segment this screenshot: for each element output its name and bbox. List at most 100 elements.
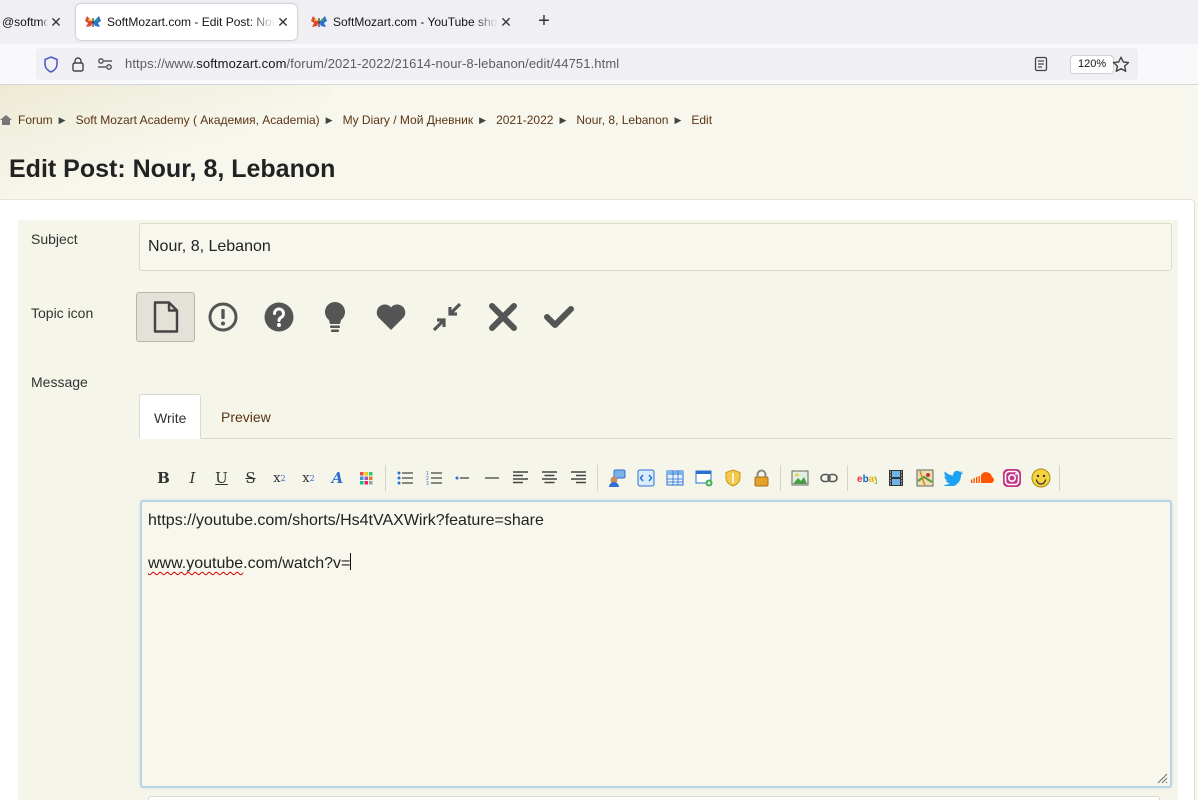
exclamation-circle-icon[interactable] [195, 292, 251, 342]
twitter-icon[interactable] [939, 465, 968, 491]
emoticons-icon[interactable] [1026, 465, 1055, 491]
breadcrumb-item-year[interactable]: 2021-2022 ▶ [496, 113, 576, 127]
checkmark-icon[interactable] [531, 292, 587, 342]
bulleted-list-icon[interactable] [390, 465, 419, 491]
superscript-icon[interactable]: x2 [294, 465, 323, 491]
zoom-level-button[interactable]: 120% [1070, 55, 1115, 74]
breadcrumb-item-edit: Edit [691, 113, 712, 127]
document-icon[interactable] [136, 292, 195, 342]
subject-input[interactable]: Nour, 8, Lebanon [139, 223, 1172, 271]
strikethrough-icon[interactable]: S [236, 465, 265, 491]
lightbulb-icon[interactable] [307, 292, 363, 342]
bold-icon[interactable]: B [149, 465, 178, 491]
breadcrumb-item-topic[interactable]: Nour, 8, Lebanon ▶ [576, 113, 691, 127]
spellcheck-underline: www.youtube [148, 555, 244, 572]
breadcrumb-item-academy[interactable]: Soft Mozart Academy ( Академия, Academia… [76, 113, 343, 127]
breadcrumb-label: Soft Mozart Academy ( Академия, Academia… [75, 113, 320, 127]
lock-icon[interactable] [69, 55, 87, 73]
toolbar-separator [1059, 465, 1060, 491]
toolbar-separator [780, 465, 781, 491]
chevron-right-icon: ▶ [559, 114, 567, 125]
soundcloud-icon[interactable] [968, 465, 997, 491]
close-icon[interactable]: ✕ [275, 14, 291, 30]
align-right-icon[interactable] [564, 465, 593, 491]
video-film-icon[interactable] [881, 465, 910, 491]
reader-view-icon[interactable] [1032, 55, 1050, 73]
close-icon[interactable]: ✕ [498, 14, 514, 30]
resize-grip-icon[interactable] [1156, 772, 1168, 784]
url-domain: softmozart.com [196, 56, 287, 71]
color-palette-icon[interactable] [352, 465, 381, 491]
url-bar[interactable]: https://www.softmozart.com/forum/2021-20… [36, 48, 1138, 80]
next-field-edge [148, 796, 1160, 800]
heart-icon[interactable] [363, 292, 419, 342]
forum-page: Forum ▶ Soft Mozart Academy ( Академия, A… [0, 85, 1198, 800]
topic-icon-picker [136, 292, 587, 342]
link-icon[interactable] [814, 465, 843, 491]
instagram-icon[interactable] [997, 465, 1026, 491]
question-circle-icon[interactable] [251, 292, 307, 342]
svg-text:ebay: ebay [857, 474, 877, 484]
chevron-right-icon: ▶ [58, 114, 66, 125]
breadcrumb: Forum ▶ Soft Mozart Academy ( Академия, A… [0, 113, 712, 127]
browser-tab-active[interactable]: SoftMozart.com - Edit Post: Nour, 8, Leb… [76, 4, 297, 40]
tracking-protection-shield-icon[interactable] [42, 55, 60, 73]
url-prefix: https://www. [125, 56, 197, 71]
breadcrumb-label: Forum [18, 113, 53, 127]
message-textarea[interactable]: https://youtube.com/shorts/Hs4tVAXWirk?f… [140, 500, 1172, 788]
message-line: www.youtube.com/watch?v= [148, 553, 1164, 575]
align-center-icon[interactable] [535, 465, 564, 491]
bookmark-star-icon[interactable] [1112, 55, 1130, 73]
subject-label: Subject [31, 231, 78, 247]
browser-tab[interactable]: @softmozart.com ✕ [0, 4, 70, 40]
x-icon[interactable] [475, 292, 531, 342]
breadcrumb-label: My Diary / Мой Дневник [342, 113, 474, 127]
align-left-icon[interactable] [506, 465, 535, 491]
ebay-icon[interactable]: ebay [852, 465, 881, 491]
permissions-icon[interactable] [96, 55, 114, 73]
compress-arrows-icon[interactable] [419, 292, 475, 342]
home-icon[interactable] [0, 114, 12, 126]
numbered-list-icon[interactable]: 123 [419, 465, 448, 491]
new-tab-plus-icon[interactable]: + [534, 11, 554, 32]
message-line: https://youtube.com/shorts/Hs4tVAXWirk?f… [148, 512, 544, 529]
page-title: Edit Post: Nour, 8, Lebanon [9, 155, 336, 183]
map-icon[interactable] [910, 465, 939, 491]
message-line-rest: .com/watch?v= [243, 555, 351, 572]
horizontal-rule-icon[interactable] [477, 465, 506, 491]
tab-preview[interactable]: Preview [207, 394, 285, 439]
chevron-right-icon: ▶ [674, 114, 682, 125]
browser-nav-bar: https://www.softmozart.com/forum/2021-20… [0, 44, 1198, 85]
toolbar-separator [385, 465, 386, 491]
tab-title: SoftMozart.com - YouTube shorts [333, 15, 498, 29]
module-icon[interactable] [689, 465, 718, 491]
tab-title: SoftMozart.com - Edit Post: Nour, 8, Leb… [107, 15, 275, 29]
image-icon[interactable] [785, 465, 814, 491]
spoiler-shield-icon[interactable] [718, 465, 747, 491]
url-text[interactable]: https://www.softmozart.com/forum/2021-20… [125, 56, 619, 71]
browser-tab[interactable]: SoftMozart.com - YouTube shorts ✕ [302, 4, 520, 40]
table-icon[interactable] [660, 465, 689, 491]
code-icon[interactable] [631, 465, 660, 491]
butterfly-favicon-icon [311, 14, 327, 30]
subscript-icon[interactable]: x2 [265, 465, 294, 491]
padlock-icon[interactable] [747, 465, 776, 491]
close-icon[interactable]: ✕ [48, 14, 64, 30]
text-caret [350, 553, 352, 570]
quote-icon[interactable] [602, 465, 631, 491]
underline-icon[interactable]: U [207, 465, 236, 491]
breadcrumb-item-forum[interactable]: Forum ▶ [18, 113, 76, 127]
message-label: Message [31, 374, 88, 390]
italic-icon[interactable]: I [178, 465, 207, 491]
edit-post-panel: Subject Nour, 8, Lebanon Topic icon Mess… [0, 199, 1195, 800]
breadcrumb-item-diary[interactable]: My Diary / Мой Дневник ▶ [343, 113, 496, 127]
breadcrumb-label: 2021-2022 [496, 113, 554, 127]
edit-post-form: Subject Nour, 8, Lebanon Topic icon Mess… [18, 220, 1178, 800]
chevron-right-icon: ▶ [479, 114, 487, 125]
tab-write[interactable]: Write [139, 394, 202, 439]
butterfly-favicon-icon [85, 14, 101, 30]
font-color-icon[interactable]: A [323, 465, 352, 491]
url-path: /forum/2021-2022/21614-nour-8-lebanon/ed… [286, 56, 620, 71]
browser-tab-bar: @softmozart.com ✕ SoftMozart.com - Edit … [0, 0, 1198, 44]
list-item-icon[interactable] [448, 465, 477, 491]
